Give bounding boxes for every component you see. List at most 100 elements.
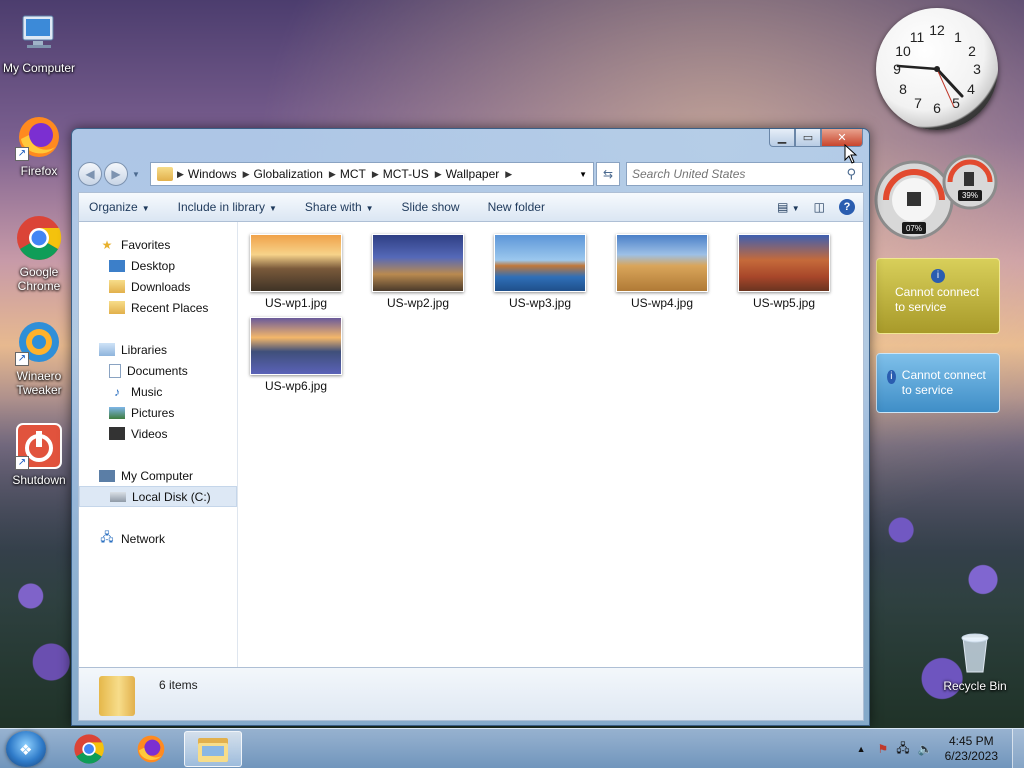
- firefox-icon: [137, 735, 165, 763]
- action-center-icon[interactable]: ⚑: [878, 742, 889, 756]
- network-icon[interactable]: 🖧: [896, 739, 909, 760]
- share-with-button[interactable]: Share with ▼: [305, 200, 374, 214]
- shortcut-arrow-icon: ↗: [15, 456, 29, 470]
- nav-label: Desktop: [131, 258, 176, 273]
- desktop-icon-winaero-tweaker[interactable]: ↗ Winaero Tweaker: [1, 318, 77, 397]
- libraries-icon: [99, 343, 115, 356]
- image-thumbnail: [738, 234, 830, 292]
- volume-icon[interactable]: 🔈: [918, 742, 933, 756]
- clock-number: 5: [952, 95, 960, 111]
- recent-pages-dropdown[interactable]: ▼: [132, 170, 140, 179]
- breadcrumb-separator[interactable]: ▶: [329, 169, 336, 180]
- desktop-icon-shutdown[interactable]: ↗ Shutdown: [1, 422, 77, 487]
- taskbar-clock[interactable]: 4:45 PM 6/23/2023: [945, 734, 998, 764]
- taskbar-chrome[interactable]: [60, 731, 118, 767]
- view-options-icon[interactable]: ▤ ▼: [777, 200, 800, 214]
- file-item[interactable]: US-wp4.jpg: [607, 234, 717, 310]
- recent-places-icon: [109, 301, 125, 314]
- maximize-button[interactable]: ▭: [795, 129, 821, 147]
- explorer-window[interactable]: ▁ ▭ ✕ ◀ ▶ ▼ ▶ Windows ▶ Globalization ▶ …: [71, 128, 870, 726]
- weather-gadget[interactable]: i Cannot connect to service: [876, 258, 1000, 334]
- folder-icon: [198, 738, 228, 762]
- start-button[interactable]: ❖: [6, 731, 46, 767]
- nav-recent-places[interactable]: Recent Places: [79, 297, 237, 318]
- desktop-icon-label: Recycle Bin: [943, 679, 1007, 693]
- file-item[interactable]: US-wp5.jpg: [729, 234, 839, 310]
- nav-pictures[interactable]: Pictures: [79, 402, 237, 423]
- clock-gadget[interactable]: 12 1 2 3 4 5 6 7 8 9 10 11: [876, 8, 998, 130]
- nav-music[interactable]: ♪ Music: [79, 381, 237, 402]
- file-item[interactable]: US-wp3.jpg: [485, 234, 595, 310]
- clock-number: 8: [899, 81, 907, 97]
- preview-pane-icon[interactable]: ◫: [814, 200, 825, 214]
- back-button[interactable]: ◀: [78, 162, 102, 186]
- desktop-icon-chrome[interactable]: Google Chrome: [1, 214, 77, 293]
- show-desktop-button[interactable]: [1012, 729, 1024, 768]
- file-list: US-wp1.jpg US-wp2.jpg US-wp3.jpg US-wp4.…: [239, 230, 863, 667]
- search-box[interactable]: ⚲: [626, 162, 863, 186]
- nav-local-disk[interactable]: Local Disk (C:): [79, 486, 237, 507]
- folder-icon: [99, 676, 135, 716]
- minimize-button[interactable]: ▁: [769, 129, 795, 147]
- include-in-library-button[interactable]: Include in library ▼: [178, 200, 277, 214]
- nav-label: My Computer: [121, 468, 194, 483]
- breadcrumb-item[interactable]: Globalization: [250, 167, 329, 181]
- clock-number: 1: [954, 29, 962, 45]
- info-icon: i: [887, 370, 896, 384]
- nav-network[interactable]: 🖧 Network: [79, 528, 237, 549]
- winaero-tweaker-icon: ↗: [15, 318, 63, 366]
- clock-number: 7: [914, 95, 922, 111]
- downloads-icon: [109, 280, 125, 293]
- forward-button[interactable]: ▶: [104, 162, 128, 186]
- recycle-bin-icon: [951, 628, 999, 676]
- search-input[interactable]: [627, 164, 847, 184]
- file-item[interactable]: US-wp1.jpg: [241, 234, 351, 310]
- nav-videos[interactable]: Videos: [79, 423, 237, 444]
- cpu-meter-gadget[interactable]: 07% 39%: [874, 150, 1002, 242]
- help-icon[interactable]: ?: [839, 199, 855, 215]
- nav-favorites[interactable]: ★ Favorites: [79, 234, 237, 255]
- currency-gadget[interactable]: i Cannot connect to service: [876, 353, 1000, 413]
- taskbar-firefox[interactable]: [122, 731, 180, 767]
- clock-hour-hand: [935, 67, 964, 98]
- clock-number: 2: [968, 43, 976, 59]
- folder-icon: [157, 167, 173, 181]
- breadcrumb-separator[interactable]: ▶: [505, 169, 512, 180]
- nav-downloads[interactable]: Downloads: [79, 276, 237, 297]
- organize-button[interactable]: Organize ▼: [89, 200, 150, 214]
- breadcrumb-item[interactable]: Windows: [184, 167, 243, 181]
- show-hidden-icons-button[interactable]: ▲: [857, 744, 866, 754]
- music-icon: ♪: [114, 384, 120, 399]
- refresh-icon[interactable]: ⇆: [596, 162, 620, 186]
- share-label: Share with: [304, 200, 362, 214]
- file-item[interactable]: US-wp6.jpg: [241, 317, 351, 393]
- address-bar[interactable]: ▶ Windows ▶ Globalization ▶ MCT ▶ MCT-US…: [150, 162, 594, 186]
- breadcrumb-item[interactable]: MCT: [336, 167, 372, 181]
- details-pane: 6 items: [78, 667, 864, 721]
- breadcrumb-item[interactable]: MCT-US: [379, 167, 435, 181]
- documents-icon: [109, 363, 121, 378]
- nav-libraries[interactable]: Libraries: [79, 339, 237, 360]
- desktop-icon-my-computer[interactable]: My Computer: [1, 10, 77, 75]
- new-folder-button[interactable]: New folder: [488, 200, 545, 214]
- breadcrumb-item[interactable]: Wallpaper: [442, 167, 506, 181]
- nav-documents[interactable]: Documents: [79, 360, 237, 381]
- nav-my-computer[interactable]: My Computer: [79, 465, 237, 486]
- desktop-icon-recycle-bin[interactable]: Recycle Bin: [937, 628, 1013, 693]
- slide-show-button[interactable]: Slide show: [402, 200, 460, 214]
- breadcrumb-separator[interactable]: ▶: [435, 169, 442, 180]
- address-dropdown[interactable]: ▼: [579, 170, 587, 179]
- disk-icon: [110, 491, 126, 502]
- taskbar-explorer[interactable]: [184, 731, 242, 767]
- breadcrumb-separator[interactable]: ▶: [372, 169, 379, 180]
- file-item[interactable]: US-wp2.jpg: [363, 234, 473, 310]
- breadcrumb-separator[interactable]: ▶: [177, 169, 184, 180]
- breadcrumb-separator[interactable]: ▶: [243, 169, 250, 180]
- desktop-icon-firefox[interactable]: ↗ Firefox: [1, 113, 77, 178]
- image-thumbnail: [494, 234, 586, 292]
- search-icon[interactable]: ⚲: [846, 166, 856, 182]
- nav-label: Downloads: [131, 279, 191, 294]
- windows-logo-icon: ❖: [19, 742, 33, 759]
- navigation-pane: ★ Favorites Desktop Downloads Recent Plac…: [79, 222, 238, 667]
- nav-desktop[interactable]: Desktop: [79, 255, 237, 276]
